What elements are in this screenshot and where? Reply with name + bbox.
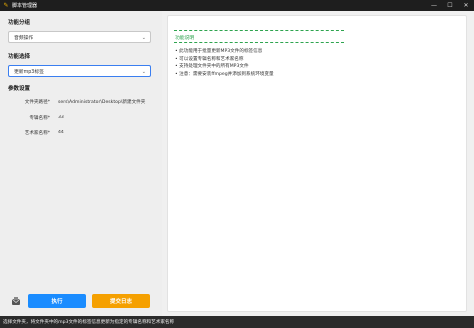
- description-list: • 此功能用于批量更新MP3文件的标签信息 • 可以设置专辑名称和艺术家名称 •…: [175, 48, 455, 78]
- group-select[interactable]: 音频操作 ⌄: [8, 31, 151, 43]
- run-button[interactable]: 执行: [28, 294, 86, 308]
- param-field-album[interactable]: 33: [58, 115, 154, 120]
- minimize-icon[interactable]: —: [426, 0, 442, 11]
- list-item: • 可以设置专辑名称和艺术家名称: [175, 56, 244, 62]
- divider: [174, 42, 344, 43]
- list-item: • 此功能用于批量更新MP3文件的标签信息: [175, 49, 263, 54]
- app-icon: ✎: [3, 2, 9, 9]
- description-item: 注意：需要安装ffmpeg并添加到系统环境变量: [179, 71, 274, 77]
- param-label-artist: 艺术家名称*: [24, 131, 50, 136]
- list-item: • 注意：需要安装ffmpeg并添加到系统环境变量: [175, 71, 274, 77]
- list-item: • 支持处理文件夹中的所有MP3文件: [175, 64, 249, 69]
- window-controls: — ☐ ✕: [426, 0, 474, 11]
- function-select[interactable]: 更新mp3标签 ⌄: [8, 65, 151, 77]
- param-label-folder: 文件夹路径*: [24, 100, 50, 105]
- description-item: 此功能用于批量更新MP3文件的标签信息: [179, 49, 263, 54]
- right-panel: 功能说明 • 此功能用于批量更新MP3文件的标签信息 • 可以设置专辑名称和艺术…: [163, 11, 474, 316]
- chevron-down-icon: ⌄: [141, 35, 146, 41]
- status-bar: 选择文件夹，将文件夹中的mp3文件的标签信息更新为指定的专辑名称和艺术家名称: [0, 316, 474, 328]
- divider: [174, 30, 344, 31]
- submit-log-button[interactable]: 提交日志: [92, 294, 150, 308]
- left-panel: 功能分组 音频操作 ⌄ 功能选择 更新mp3标签 ⌄ 参数设置 文件夹路径* s…: [0, 11, 162, 316]
- mail-icon[interactable]: [11, 296, 21, 306]
- param-field-artist[interactable]: 44: [58, 130, 154, 135]
- function-select-value: 更新mp3标签: [14, 69, 44, 75]
- params-label: 参数设置: [8, 86, 31, 92]
- status-text: 选择文件夹，将文件夹中的mp3文件的标签信息更新为指定的专辑名称和艺术家名称: [3, 320, 175, 325]
- description-panel: 功能说明 • 此功能用于批量更新MP3文件的标签信息 • 可以设置专辑名称和艺术…: [167, 15, 467, 312]
- param-field-folder[interactable]: sers\Administrator\Desktop\新建文件夹: [58, 99, 154, 105]
- group-select-value: 音频操作: [14, 35, 34, 41]
- title-bar: ✎ 脚本管理器 — ☐ ✕: [0, 0, 474, 11]
- maximize-icon[interactable]: ☐: [442, 0, 458, 11]
- window-title: 脚本管理器: [12, 3, 38, 9]
- description-item: 支持处理文件夹中的所有MP3文件: [179, 64, 249, 69]
- close-icon[interactable]: ✕: [458, 0, 474, 11]
- group-label: 功能分组: [8, 20, 31, 26]
- description-item: 可以设置专辑名称和艺术家名称: [179, 56, 244, 62]
- function-label: 功能选择: [8, 54, 31, 60]
- chevron-down-icon: ⌄: [141, 69, 146, 75]
- param-label-album: 专辑名称*: [29, 116, 50, 121]
- description-title: 功能说明: [175, 36, 195, 41]
